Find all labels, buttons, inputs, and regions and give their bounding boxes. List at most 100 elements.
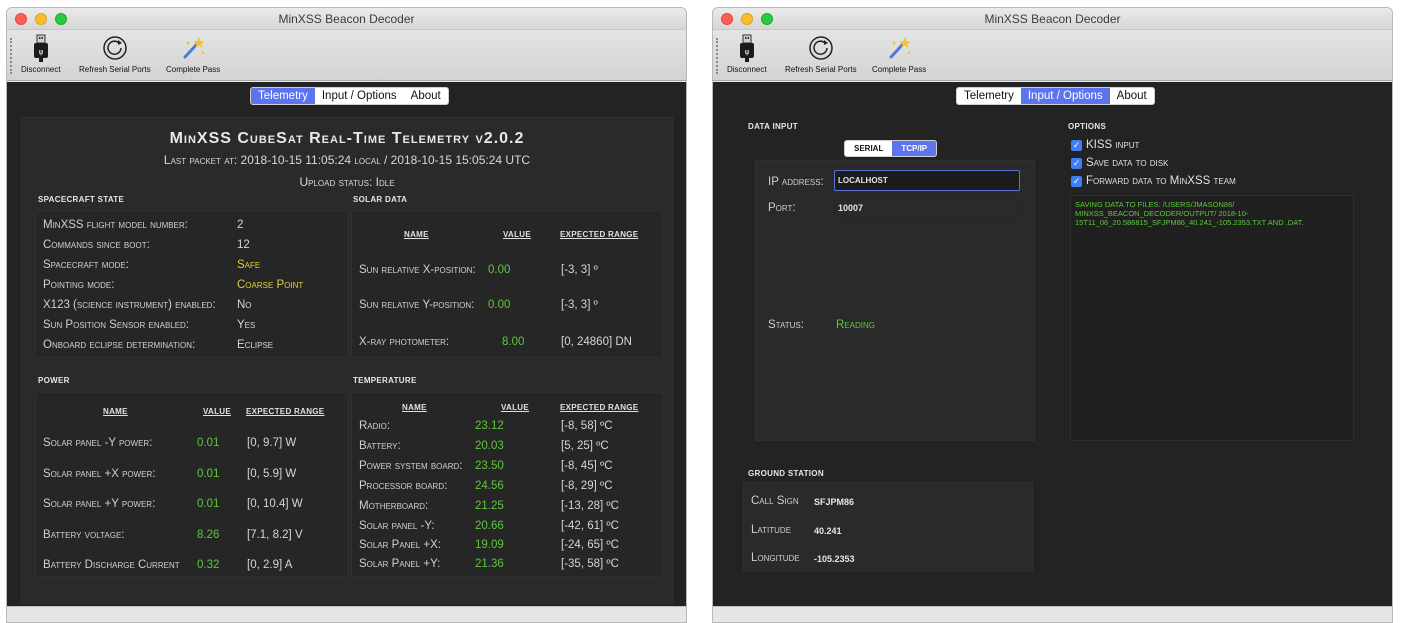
temp-range-panel-neg-y: [-42, 61] ºC bbox=[561, 520, 619, 532]
tab-input-options[interactable]: Input / Options bbox=[1020, 88, 1110, 104]
sc-label-flight-model: MinXSS flight model number: bbox=[43, 219, 188, 231]
ground-station-header: Ground Station bbox=[748, 469, 824, 478]
temp-value-processor: 24.56 bbox=[475, 480, 504, 492]
svg-text:ψ: ψ bbox=[744, 48, 749, 56]
tab-about[interactable]: About bbox=[1110, 88, 1154, 104]
power-range-pos-x: [0, 5.9] W bbox=[247, 468, 297, 480]
kiss-input-checkbox[interactable]: ✓ KISS input bbox=[1071, 139, 1139, 151]
longitude-value[interactable]: -105.2353 bbox=[814, 554, 855, 564]
checkmark-icon: ✓ bbox=[1071, 175, 1082, 187]
tab-input-options[interactable]: Input / Options bbox=[315, 88, 404, 104]
power-table: Name Value Expected range Solar panel -Y… bbox=[35, 392, 348, 577]
toolbar-handle[interactable] bbox=[10, 38, 12, 74]
port-input[interactable]: 10007 bbox=[834, 198, 1020, 217]
temp-col-range: Expected range bbox=[560, 403, 639, 412]
solar-data-header: Solar data bbox=[353, 195, 408, 204]
call-sign-value[interactable]: SFJPM86 bbox=[814, 497, 854, 507]
temp-label-battery: Battery: bbox=[359, 440, 401, 452]
temp-range-motherboard: [-13, 28] ºC bbox=[561, 500, 619, 512]
power-col-value: Value bbox=[203, 407, 232, 416]
sc-value-sps: Yes bbox=[237, 319, 256, 331]
power-value-pos-y: 0.01 bbox=[197, 498, 220, 510]
latitude-value[interactable]: 40.241 bbox=[814, 526, 842, 536]
temperature-header: Temperature bbox=[353, 376, 417, 385]
temp-value-panel-pos-x: 19.09 bbox=[475, 539, 504, 551]
complete-pass-button[interactable]: Complete Pass bbox=[872, 33, 926, 74]
complete-pass-button[interactable]: Complete Pass bbox=[166, 33, 220, 74]
temp-label-panel-pos-x: Solar Panel +X: bbox=[359, 539, 441, 551]
disconnect-button[interactable]: ψ Disconnect bbox=[21, 33, 61, 74]
temp-range-battery: [5, 25] ºC bbox=[561, 440, 609, 452]
data-input-panel: IP address: localhost Port: 10007 Status… bbox=[755, 160, 1035, 441]
svg-text:ψ: ψ bbox=[38, 48, 43, 56]
temp-range-panel-pos-x: [-24, 65] ºC bbox=[561, 539, 619, 551]
power-value-neg-y: 0.01 bbox=[197, 437, 220, 449]
last-packet-time: Last packet at: 2018-10-15 11:05:24 loca… bbox=[163, 153, 531, 167]
ip-address-value: localhost bbox=[838, 176, 888, 185]
tab-telemetry[interactable]: Telemetry bbox=[251, 88, 315, 104]
disconnect-button[interactable]: ψ Disconnect bbox=[727, 33, 767, 74]
longitude-label: Longitude bbox=[751, 552, 800, 564]
options-header: Options bbox=[1068, 122, 1107, 131]
temp-value-battery: 20.03 bbox=[475, 440, 504, 452]
sc-label-sps: Sun Position Sensor enabled: bbox=[43, 319, 190, 331]
solar-range-xray: [0, 24860] DN bbox=[561, 336, 632, 348]
save-to-disk-checkbox[interactable]: ✓ Save data to disk bbox=[1071, 157, 1168, 169]
power-value-battery-voltage: 8.26 bbox=[197, 529, 220, 541]
window-title: MinXSS Beacon Decoder bbox=[278, 12, 415, 26]
toolbar: ψ Disconnect Refresh Serial Ports Comple… bbox=[713, 30, 1392, 81]
power-label-discharge: Battery Discharge Current bbox=[43, 559, 180, 571]
checkmark-icon: ✓ bbox=[1071, 139, 1082, 151]
refresh-serial-ports-button[interactable]: Refresh Serial Ports bbox=[785, 33, 857, 74]
bottom-bar bbox=[7, 606, 686, 622]
refresh-serial-ports-button[interactable]: Refresh Serial Ports bbox=[79, 33, 151, 74]
latitude-label: Latitude bbox=[751, 524, 792, 536]
solar-label-y: Sun relative Y-position: bbox=[359, 299, 475, 311]
sc-label-mode: Spacecraft mode: bbox=[43, 259, 129, 271]
solar-col-name: Name bbox=[404, 230, 429, 239]
solar-col-value: Value bbox=[503, 230, 532, 239]
power-label-neg-y: Solar panel -Y power: bbox=[43, 437, 153, 449]
temp-range-radio: [-8, 58] ºC bbox=[561, 420, 613, 432]
forward-data-checkbox[interactable]: ✓ Forward data to MinXSS team bbox=[1071, 175, 1236, 187]
tab-about[interactable]: About bbox=[404, 88, 448, 104]
power-col-range: Expected range bbox=[246, 407, 325, 416]
port-value: 10007 bbox=[838, 203, 864, 213]
ip-address-input[interactable]: localhost bbox=[834, 170, 1020, 191]
sc-value-mode: Safe bbox=[237, 259, 261, 271]
upload-status: Upload status: Idle bbox=[299, 175, 395, 189]
sc-label-pointing: Pointing mode: bbox=[43, 279, 115, 291]
mode-tcpip[interactable]: TCP/IP bbox=[892, 141, 937, 156]
title-bar[interactable]: MinXSS Beacon Decoder bbox=[7, 8, 686, 30]
temp-range-panel-pos-y: [-35, 58] ºC bbox=[561, 558, 619, 570]
temp-value-panel-pos-y: 21.36 bbox=[475, 558, 504, 570]
sc-label-x123: X123 (science instrument) enabled: bbox=[43, 299, 216, 311]
mode-serial[interactable]: Serial bbox=[845, 141, 892, 156]
sc-label-eclipse: Onboard eclipse determination: bbox=[43, 339, 196, 351]
refresh-icon bbox=[807, 33, 835, 63]
power-range-pos-y: [0, 10.4] W bbox=[247, 498, 303, 510]
toolbar-handle[interactable] bbox=[716, 38, 718, 74]
temp-label-processor: Processor board: bbox=[359, 480, 448, 492]
bottom-bar bbox=[713, 606, 1392, 622]
tab-telemetry[interactable]: Telemetry bbox=[957, 88, 1021, 104]
sc-value-flight-model: 2 bbox=[237, 219, 244, 231]
window-telemetry: MinXSS Beacon Decoder ψ Disconnect Refre… bbox=[6, 7, 687, 623]
window-title: MinXSS Beacon Decoder bbox=[984, 12, 1121, 26]
tab-bar: Telemetry Input / Options About bbox=[250, 87, 449, 105]
power-label-battery-voltage: Battery voltage: bbox=[43, 529, 125, 541]
magic-wand-icon bbox=[885, 33, 913, 63]
sc-label-commands: Commands since boot: bbox=[43, 239, 150, 251]
input-mode-selector: Serial TCP/IP bbox=[844, 140, 938, 157]
telemetry-panel: MinXSS CubeSat Real-Time Telemetry v2.0.… bbox=[21, 117, 673, 604]
solar-col-range: Expected range bbox=[560, 230, 639, 239]
power-value-discharge: 0.32 bbox=[197, 559, 220, 571]
log-output: Saving data to files: /Users/jmason86/ M… bbox=[1070, 195, 1354, 441]
solar-label-x: Sun relative X-position: bbox=[359, 264, 476, 276]
power-label-pos-y: Solar panel +Y power: bbox=[43, 498, 156, 510]
telemetry-content: Telemetry Input / Options About MinXSS C… bbox=[7, 82, 686, 606]
title-bar[interactable]: MinXSS Beacon Decoder bbox=[713, 8, 1392, 30]
status-value: Reading bbox=[836, 319, 875, 331]
toolbar: ψ Disconnect Refresh Serial Ports Comple… bbox=[7, 30, 686, 81]
solar-label-xray: X-ray photometer: bbox=[359, 336, 450, 348]
